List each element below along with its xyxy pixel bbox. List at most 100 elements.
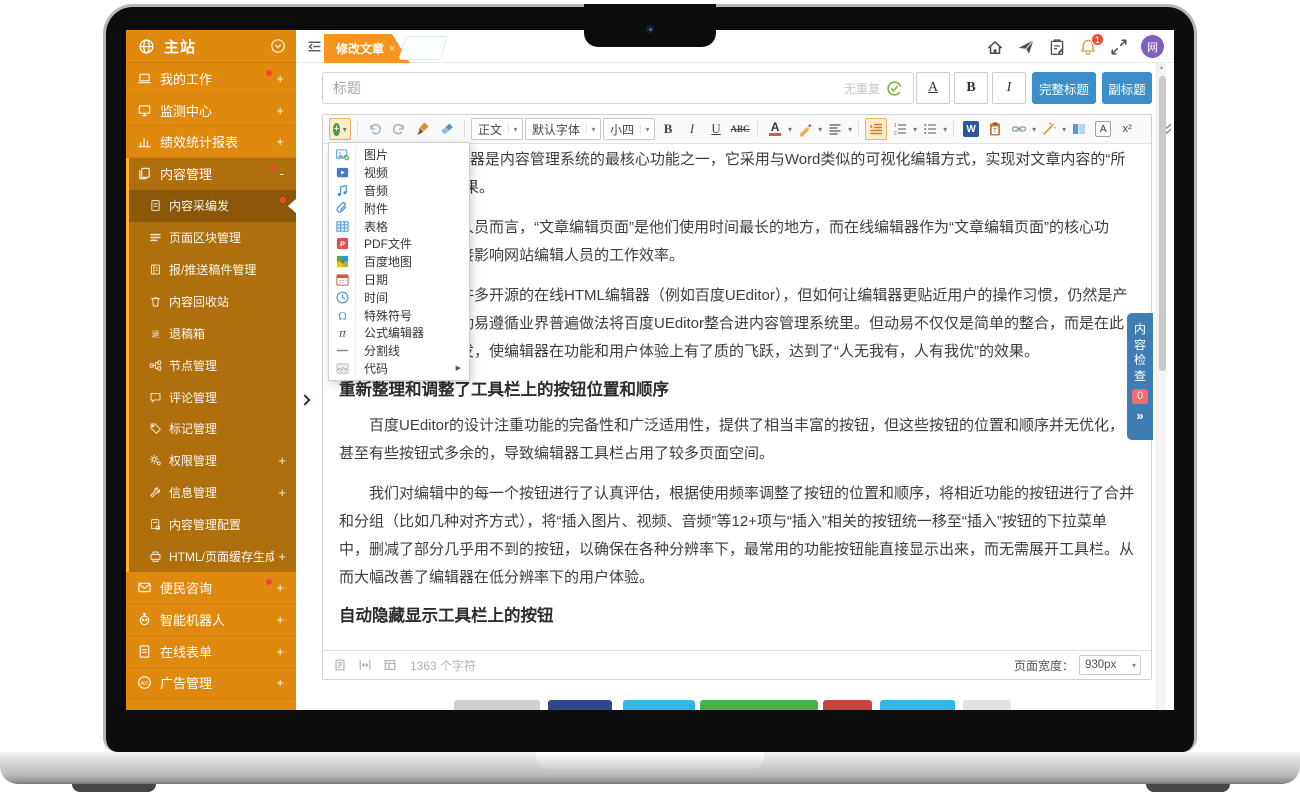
- sidebar-expand-handle[interactable]: [300, 394, 310, 406]
- align-button[interactable]: [824, 118, 846, 140]
- title-fontcolor-button[interactable]: A: [916, 72, 950, 104]
- action-button-partial-4[interactable]: [700, 700, 818, 710]
- sidebar-item-广告管理[interactable]: AD广告管理+: [126, 668, 296, 700]
- action-button-partial-2[interactable]: [548, 700, 612, 710]
- link-button[interactable]: [1008, 118, 1030, 140]
- paste-word-button[interactable]: W: [960, 118, 982, 140]
- scroll-up-arrow[interactable]: ▲: [1157, 65, 1166, 71]
- content-check-tab[interactable]: 内容检查 0 »: [1127, 313, 1153, 440]
- format-painter-button[interactable]: [412, 118, 434, 140]
- sidebar-item-内容回收站[interactable]: 内容回收站: [129, 285, 296, 317]
- action-button-partial-7[interactable]: [963, 700, 1011, 710]
- superscript-button[interactable]: x²: [1116, 118, 1138, 140]
- font-size-select[interactable]: 小四▾: [603, 118, 655, 140]
- bold-button[interactable]: B: [657, 118, 679, 140]
- full-title-button[interactable]: 完整标题: [1032, 72, 1096, 104]
- insert-menu-item-时间[interactable]: 时间: [329, 288, 469, 306]
- font-family-select[interactable]: 默认字体▾: [525, 118, 601, 140]
- avatar[interactable]: 网: [1141, 35, 1164, 58]
- sidebar-item-报/推送稿件管理[interactable]: 报/推送稿件管理: [129, 254, 296, 286]
- sidebar-item-label: 内容管理配置: [169, 516, 286, 533]
- site-switcher[interactable]: 主站: [126, 30, 296, 63]
- sidebar-item-我的工作[interactable]: 我的工作+: [126, 63, 296, 95]
- underline-button[interactable]: U: [705, 118, 727, 140]
- insert-menu-item-表格[interactable]: 表格: [329, 217, 469, 235]
- highlight-button[interactable]: [794, 118, 816, 140]
- undo-button[interactable]: [364, 118, 386, 140]
- home-icon[interactable]: [986, 38, 1004, 56]
- insert-button[interactable]: +▾: [329, 118, 351, 140]
- paste-text-button[interactable]: T: [984, 118, 1006, 140]
- page-width-icon[interactable]: [358, 658, 372, 672]
- insert-menu-item-附件[interactable]: 附件: [329, 199, 469, 217]
- insert-menu-item-音频[interactable]: 音频: [329, 182, 469, 200]
- insert-menu-item-分割线[interactable]: 分割线: [329, 342, 469, 360]
- fullscreen-icon[interactable]: [1110, 38, 1128, 56]
- sidebar-item-内容管理[interactable]: 内容管理-: [129, 158, 296, 190]
- insert-menu-item-视频[interactable]: 视频: [329, 164, 469, 182]
- insert-menu-item-公式编辑器[interactable]: π公式编辑器: [329, 324, 469, 342]
- sidebar-item-便民咨询[interactable]: 便民咨询+: [126, 572, 296, 604]
- sidebar-item-内容采编发[interactable]: 内容采编发: [129, 190, 296, 222]
- sidebar: 主站 我的工作+监测中心+绩效统计报表+内容管理-内容采编发页面区块管理报/推送…: [126, 30, 296, 710]
- insert-menu-item-特殊符号[interactable]: Ω特殊符号: [329, 306, 469, 324]
- sidebar-item-标记管理[interactable]: 标记管理: [129, 413, 296, 445]
- action-button-partial-3[interactable]: [623, 700, 695, 710]
- sidebar-item-权限管理[interactable]: 权限管理+: [129, 445, 296, 477]
- bullet-list-button[interactable]: [919, 118, 941, 140]
- action-button-partial-6[interactable]: [880, 700, 955, 710]
- sidebar-item-监测中心[interactable]: 监测中心+: [126, 95, 296, 127]
- title-italic-button[interactable]: I: [992, 72, 1026, 104]
- send-icon[interactable]: [1017, 38, 1035, 56]
- sidebar-item-智能机器人[interactable]: 智能机器人+: [126, 604, 296, 636]
- title-input[interactable]: 标题 无重复: [322, 72, 914, 104]
- insert-menu-item-日期[interactable]: 日期: [329, 271, 469, 289]
- font-family-value: 默认字体: [526, 121, 586, 138]
- caret-down-icon: ▾: [818, 125, 822, 134]
- subtitle-button[interactable]: 副标题: [1102, 72, 1152, 104]
- sidebar-item-HTML/页面缓存生成[interactable]: HTML/页面缓存生成+: [129, 541, 296, 573]
- title-bold-button[interactable]: B: [954, 72, 988, 104]
- ordered-list-button[interactable]: 12: [889, 118, 911, 140]
- indent-button[interactable]: [865, 118, 887, 140]
- italic-button[interactable]: I: [681, 118, 703, 140]
- sidebar-item-内容管理配置[interactable]: 内容管理配置: [129, 509, 296, 541]
- draft-clipboard-icon[interactable]: [1048, 38, 1066, 56]
- scrollbar[interactable]: ▲: [1156, 63, 1166, 710]
- sidebar-menu: 我的工作+监测中心+绩效统计报表+内容管理-内容采编发页面区块管理报/推送稿件管…: [126, 63, 296, 699]
- svg-text:1: 1: [894, 123, 897, 129]
- insert-menu-item-代码[interactable]: </>代码▶: [329, 360, 469, 378]
- sidebar-item-在线表单[interactable]: 在线表单+: [126, 636, 296, 668]
- sidebar-item-节点管理[interactable]: 节点管理: [129, 349, 296, 381]
- source-view-icon[interactable]: [333, 658, 347, 672]
- anchor-button[interactable]: A: [1092, 118, 1114, 140]
- insert-menu-item-PDF文件[interactable]: PPDF文件: [329, 235, 469, 253]
- tab-close-icon[interactable]: ×: [389, 43, 395, 55]
- font-color-button[interactable]: A: [764, 118, 786, 140]
- autoformat-button[interactable]: [1038, 118, 1060, 140]
- strikethrough-button[interactable]: ABC: [729, 118, 751, 140]
- paragraph-select[interactable]: 正文▾: [471, 118, 523, 140]
- scrollbar-thumb[interactable]: [1159, 76, 1166, 371]
- sidebar-collapse-icon[interactable]: [306, 38, 323, 55]
- sidebar-item-退稿箱[interactable]: 退退稿箱: [129, 317, 296, 349]
- action-button-partial-1[interactable]: [454, 700, 540, 710]
- tab-edit-article[interactable]: 修改文章 ×: [324, 34, 410, 63]
- insert-menu-item-百度地图[interactable]: 百度地图: [329, 253, 469, 271]
- sidebar-item-信息管理[interactable]: 信息管理+: [129, 477, 296, 509]
- redo-button[interactable]: [388, 118, 410, 140]
- chevron-down-circle-icon[interactable]: [270, 38, 286, 54]
- notification-bell-icon[interactable]: 1: [1079, 38, 1097, 56]
- sidebar-item-页面区块管理[interactable]: 页面区块管理: [129, 222, 296, 254]
- clear-format-button[interactable]: [436, 118, 458, 140]
- sidebar-item-绩效统计报表[interactable]: 绩效统计报表+: [126, 126, 296, 158]
- blocks-icon: [149, 231, 162, 244]
- sidebar-item-评论管理[interactable]: 评论管理: [129, 381, 296, 413]
- page-width-select[interactable]: 930px ▾: [1079, 655, 1141, 675]
- sidebar-item-label: 内容回收站: [169, 293, 286, 310]
- caret-down-icon: ▾: [1032, 125, 1036, 134]
- action-button-partial-5[interactable]: [823, 700, 872, 710]
- insert-menu-item-图片[interactable]: 图片: [329, 146, 469, 164]
- layout-button[interactable]: [1068, 118, 1090, 140]
- grid-view-icon[interactable]: [383, 658, 397, 672]
